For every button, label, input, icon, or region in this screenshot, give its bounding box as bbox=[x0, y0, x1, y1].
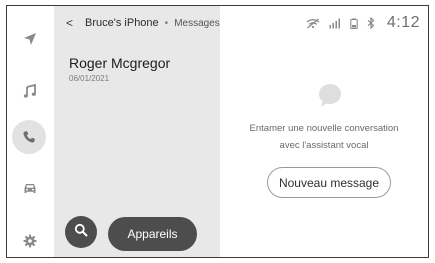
new-message-button[interactable]: Nouveau message bbox=[267, 167, 391, 198]
conversation-area: 4:12 Entamer une nouvelle conversation a… bbox=[220, 6, 428, 257]
clock: 4:12 bbox=[386, 14, 420, 31]
breadcrumb-separator: • bbox=[164, 17, 169, 29]
breadcrumb: < Bruce's iPhone • Messages bbox=[66, 15, 220, 31]
phone-icon bbox=[22, 130, 36, 144]
messages-list-panel: < Bruce's iPhone • Messages Roger Mcgreg… bbox=[54, 6, 220, 257]
contact-name: Roger Mcgregor bbox=[69, 55, 171, 71]
search-button[interactable] bbox=[65, 216, 97, 248]
chat-bubble-icon bbox=[317, 82, 343, 113]
search-icon bbox=[74, 223, 88, 242]
back-button[interactable]: < bbox=[66, 16, 73, 30]
sidebar-item-vehicle[interactable] bbox=[14, 173, 46, 205]
status-bar: 4:12 bbox=[297, 13, 420, 33]
signal-icon bbox=[329, 18, 341, 29]
sidebar-item-phone[interactable] bbox=[12, 120, 46, 154]
bluetooth-icon bbox=[367, 17, 375, 29]
empty-state-text-line1: Entamer une nouvelle conversation bbox=[249, 123, 399, 134]
sidebar-rail bbox=[7, 6, 54, 257]
device-name: Bruce's iPhone bbox=[85, 17, 159, 29]
screen-frame: < Bruce's iPhone • Messages Roger Mcgreg… bbox=[6, 5, 429, 258]
car-icon bbox=[23, 182, 37, 196]
list-item[interactable]: Roger Mcgregor 06/01/2021 bbox=[54, 52, 220, 94]
empty-state-text-line2: avec l'assistant vocal bbox=[279, 140, 369, 151]
battery-icon bbox=[350, 17, 358, 29]
sidebar-item-settings[interactable] bbox=[14, 225, 46, 257]
sidebar-item-navigation[interactable] bbox=[14, 23, 46, 55]
gear-icon bbox=[23, 234, 37, 248]
no-wifi-icon bbox=[306, 18, 320, 29]
sidebar-item-music[interactable] bbox=[14, 75, 46, 107]
message-date: 06/01/2021 bbox=[69, 74, 110, 83]
devices-button[interactable]: Appareils bbox=[108, 217, 197, 251]
section-title: Messages bbox=[174, 17, 220, 29]
navigation-arrow-icon bbox=[23, 32, 37, 46]
music-note-icon bbox=[23, 84, 37, 98]
